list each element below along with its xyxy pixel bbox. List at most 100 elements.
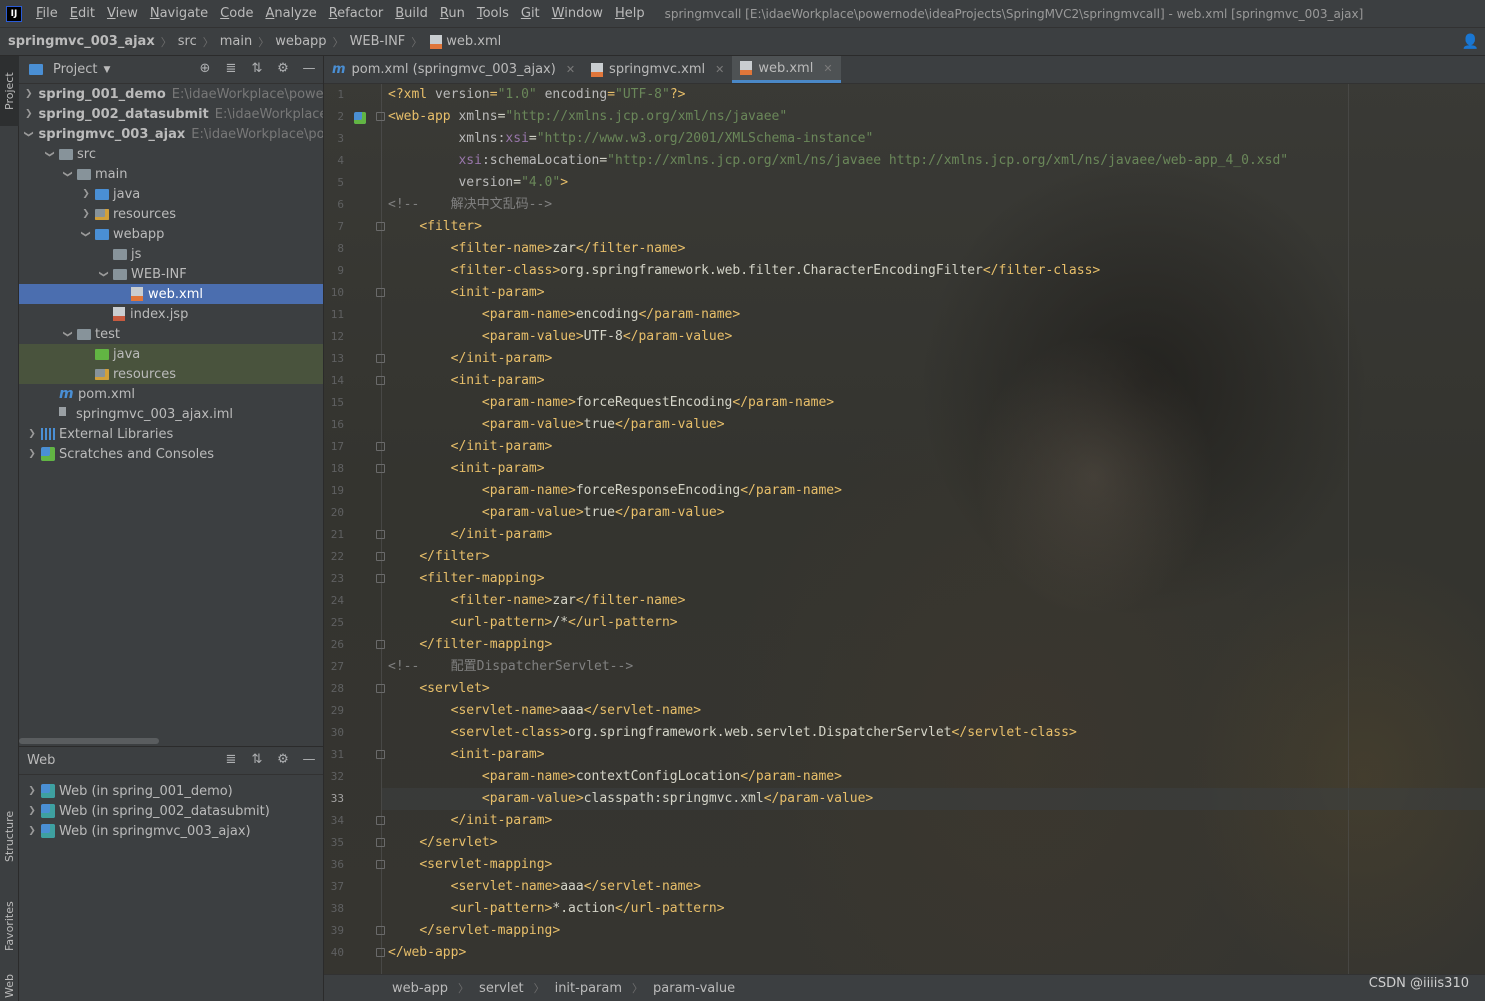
editor-tab[interactable]: web.xml ✕: [732, 56, 841, 83]
gear-icon[interactable]: ⚙: [275, 61, 291, 77]
fold-toggle-icon[interactable]: [376, 860, 385, 869]
chevron-down-icon[interactable]: ▼: [103, 65, 110, 75]
chevron-right-icon[interactable]: ❯: [25, 449, 39, 459]
gear-icon[interactable]: ⚙: [275, 752, 291, 768]
menu-item-build[interactable]: Build: [389, 0, 434, 28]
fold-toggle-icon[interactable]: [376, 684, 385, 693]
editor-breadcrumb-item[interactable]: init-param: [555, 981, 622, 996]
editor-tab[interactable]: springmvc.xml ✕: [583, 56, 732, 83]
chevron-down-icon[interactable]: ❮: [63, 327, 73, 341]
fold-toggle-icon[interactable]: [376, 112, 385, 121]
tree-item[interactable]: ❮ test: [19, 324, 323, 344]
fold-toggle-icon[interactable]: [376, 354, 385, 363]
fold-toggle-icon[interactable]: [376, 838, 385, 847]
web-descriptor-gutter-icon[interactable]: [354, 112, 366, 124]
tool-tab-favorites[interactable]: Favorites: [0, 886, 19, 966]
tree-item[interactable]: web.xml: [19, 284, 323, 304]
tree-item[interactable]: ❮ WEB-INF: [19, 264, 323, 284]
expand-all-icon[interactable]: ≣: [223, 752, 239, 768]
user-icon[interactable]: 👤: [1462, 34, 1479, 50]
web-tree-item[interactable]: ❯ Web (in springmvc_003_ajax): [19, 821, 323, 841]
fold-toggle-icon[interactable]: [376, 750, 385, 759]
fold-toggle-icon[interactable]: [376, 640, 385, 649]
breadcrumb-item[interactable]: webapp: [275, 34, 326, 49]
fold-toggle-icon[interactable]: [376, 926, 385, 935]
close-icon[interactable]: ✕: [715, 63, 724, 76]
close-icon[interactable]: ✕: [566, 63, 575, 76]
tree-item[interactable]: ❮ springmvc_003_ajax E:\idaeWorkplace\pow: [19, 124, 323, 144]
chevron-right-icon[interactable]: ❯: [25, 786, 39, 796]
fold-toggle-icon[interactable]: [376, 552, 385, 561]
editor-breadcrumb-item[interactable]: param-value: [653, 981, 735, 996]
menu-item-window[interactable]: Window: [546, 0, 609, 28]
chevron-right-icon[interactable]: ❯: [79, 209, 93, 219]
tree-item[interactable]: ❯ External Libraries: [19, 424, 323, 444]
tree-item[interactable]: m pom.xml: [19, 384, 323, 404]
fold-toggle-icon[interactable]: [376, 816, 385, 825]
tree-item[interactable]: index.jsp: [19, 304, 323, 324]
locate-icon[interactable]: ⊕: [197, 61, 213, 77]
tree-item[interactable]: java: [19, 344, 323, 364]
fold-toggle-icon[interactable]: [376, 288, 385, 297]
tree-item[interactable]: resources: [19, 364, 323, 384]
menu-item-help[interactable]: Help: [609, 0, 651, 28]
menu-item-edit[interactable]: Edit: [64, 0, 101, 28]
close-icon[interactable]: ✕: [823, 62, 832, 75]
menu-item-file[interactable]: File: [30, 0, 64, 28]
web-tree-item[interactable]: ❯ Web (in spring_002_datasubmit): [19, 801, 323, 821]
expand-all-icon[interactable]: ≣: [223, 61, 239, 77]
tree-item[interactable]: ❮ webapp: [19, 224, 323, 244]
breadcrumb-item[interactable]: web.xml: [446, 34, 501, 49]
tree-item[interactable]: ❮ src: [19, 144, 323, 164]
tree-item[interactable]: ❯ spring_001_demo E:\idaeWorkplace\powern: [19, 84, 323, 104]
minimize-icon[interactable]: —: [301, 752, 317, 768]
horizontal-scrollbar[interactable]: [19, 738, 159, 744]
menu-item-git[interactable]: Git: [515, 0, 546, 28]
chevron-right-icon[interactable]: ❯: [25, 806, 39, 816]
chevron-down-icon[interactable]: ❮: [81, 227, 91, 241]
chevron-right-icon[interactable]: ❯: [79, 189, 93, 199]
tree-item[interactable]: ❯ resources: [19, 204, 323, 224]
menu-item-refactor[interactable]: Refactor: [323, 0, 390, 28]
menu-item-tools[interactable]: Tools: [471, 0, 515, 28]
collapse-all-icon[interactable]: ⇅: [249, 61, 265, 77]
tool-tab-project[interactable]: Project: [0, 56, 19, 126]
chevron-down-icon[interactable]: ❮: [24, 130, 34, 138]
menu-item-run[interactable]: Run: [434, 0, 471, 28]
menu-item-navigate[interactable]: Navigate: [144, 0, 214, 28]
tool-tab-structure[interactable]: Structure: [0, 796, 19, 876]
tree-item[interactable]: ❮ main: [19, 164, 323, 184]
tree-item[interactable]: springmvc_003_ajax.iml: [19, 404, 323, 424]
chevron-right-icon[interactable]: ❯: [25, 826, 39, 836]
breadcrumb-item[interactable]: WEB-INF: [350, 34, 406, 49]
chevron-down-icon[interactable]: ❮: [63, 167, 73, 181]
tree-item[interactable]: ❯ Scratches and Consoles: [19, 444, 323, 464]
chevron-down-icon[interactable]: ❮: [45, 147, 55, 161]
tree-item[interactable]: ❯ java: [19, 184, 323, 204]
web-tree-item[interactable]: ❯ Web (in spring_001_demo): [19, 781, 323, 801]
chevron-right-icon[interactable]: ❯: [25, 89, 33, 99]
project-view-selector[interactable]: Project: [53, 62, 97, 77]
tree-item[interactable]: js: [19, 244, 323, 264]
chevron-down-icon[interactable]: ❮: [99, 267, 109, 281]
menu-item-view[interactable]: View: [101, 0, 144, 28]
fold-toggle-icon[interactable]: [376, 574, 385, 583]
minimize-icon[interactable]: —: [301, 61, 317, 77]
chevron-right-icon[interactable]: ❯: [25, 109, 33, 119]
tree-item[interactable]: ❯ spring_002_datasubmit E:\idaeWorkplace\p: [19, 104, 323, 124]
fold-toggle-icon[interactable]: [376, 376, 385, 385]
fold-toggle-icon[interactable]: [376, 222, 385, 231]
fold-toggle-icon[interactable]: [376, 530, 385, 539]
tool-tab-web[interactable]: Web: [0, 971, 19, 1001]
intellij-logo-icon[interactable]: IJ: [6, 5, 22, 22]
menu-item-analyze[interactable]: Analyze: [259, 0, 322, 28]
breadcrumb-item[interactable]: springmvc_003_ajax: [8, 34, 155, 49]
fold-toggle-icon[interactable]: [376, 948, 385, 957]
editor-tab[interactable]: m pom.xml (springmvc_003_ajax) ✕: [324, 56, 583, 83]
chevron-right-icon[interactable]: ❯: [25, 429, 39, 439]
breadcrumb-item[interactable]: src: [178, 34, 197, 49]
collapse-all-icon[interactable]: ⇅: [249, 752, 265, 768]
editor-breadcrumb-item[interactable]: web-app: [392, 981, 448, 996]
menu-item-code[interactable]: Code: [214, 0, 259, 28]
breadcrumb-item[interactable]: main: [220, 34, 252, 49]
